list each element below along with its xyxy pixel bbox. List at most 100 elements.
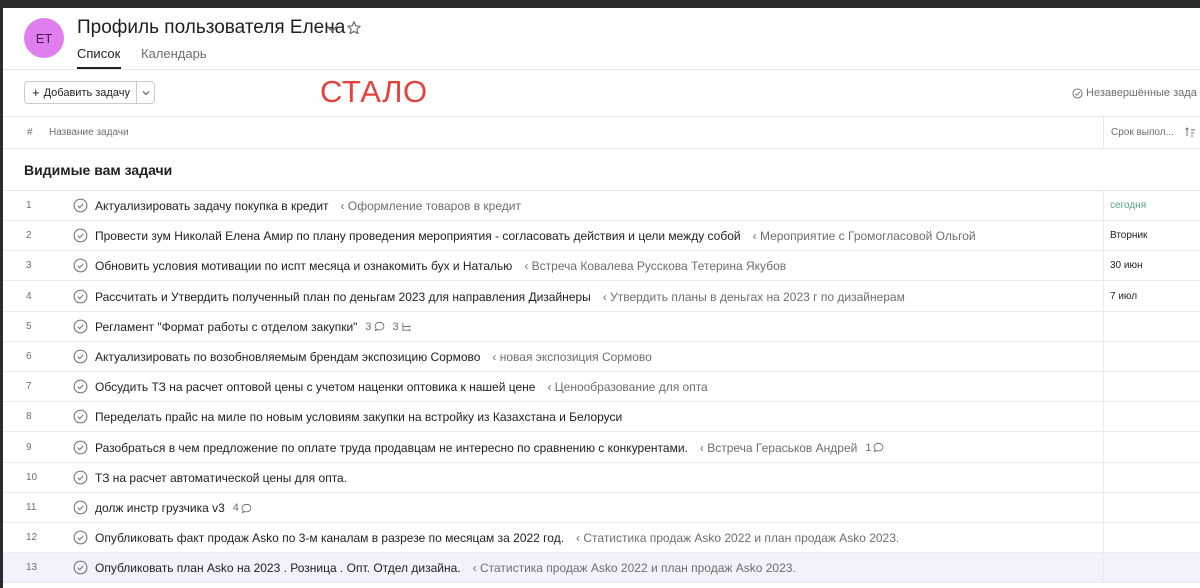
task-name-cell[interactable]: Обсудить ТЗ на расчет оптовой цены с уче… — [95, 380, 708, 394]
due-date[interactable]: сегодня — [1110, 200, 1146, 211]
task-name[interactable]: Провести зум Николай Елена Амир по плану… — [95, 229, 741, 243]
parent-task-link[interactable]: ‹ Встреча Гераськов Андрей — [700, 441, 857, 455]
task-name-cell[interactable]: Опубликовать факт продаж Asko по 3-м кан… — [95, 531, 899, 545]
check-circle-icon — [1072, 87, 1083, 99]
task-name[interactable]: Актуализировать задачу покупка в кредит — [95, 199, 329, 213]
section-title: Видимые вам задачи — [24, 162, 173, 178]
incomplete-tasks-filter[interactable]: Незавершённые зада — [1072, 87, 1197, 99]
task-name[interactable]: Актуализировать по возобновляемым бренда… — [95, 350, 480, 364]
task-name-cell[interactable]: Регламент "Формат работы с отделом закуп… — [95, 320, 412, 334]
window-top-bar — [0, 0, 1200, 8]
task-name-cell[interactable]: Опубликовать план Asko на 2023 . Розница… — [95, 561, 796, 575]
task-row[interactable]: 10 ТЗ на расчет автоматической цены для о… — [3, 462, 1200, 493]
complete-task-checkbox[interactable] — [73, 198, 88, 213]
task-name-cell[interactable]: Разобраться в чем предложение по оплате … — [95, 441, 884, 455]
task-name[interactable]: Рассчитать и Утвердить полученный план п… — [95, 290, 591, 304]
due-date[interactable]: 30 июн — [1110, 260, 1143, 271]
task-name-cell[interactable]: Переделать прайс на миле по новым услови… — [95, 410, 622, 424]
complete-task-checkbox[interactable] — [73, 228, 88, 243]
task-name-cell[interactable]: Актуализировать по возобновляемым бренда… — [95, 350, 652, 364]
due-date[interactable]: 7 июл — [1110, 291, 1137, 302]
chevron-down-icon — [142, 90, 149, 95]
complete-task-checkbox[interactable] — [73, 319, 88, 334]
task-name[interactable]: Переделать прайс на миле по новым услови… — [95, 410, 622, 424]
header-divider — [3, 69, 1200, 70]
task-row[interactable]: 5 Регламент "Формат работы с отделом заку… — [3, 311, 1200, 342]
task-name-cell[interactable]: Обновить условия мотивации по испт месяц… — [95, 259, 786, 273]
task-row[interactable]: 8 Переделать прайс на миле по новым услов… — [3, 402, 1200, 433]
row-number: 11 — [26, 502, 37, 513]
column-header-task-name[interactable]: Название задачи — [49, 127, 129, 138]
task-name[interactable]: Разобраться в чем предложение по оплате … — [95, 441, 688, 455]
task-row[interactable]: 3 Обновить условия мотивации по испт меся… — [3, 251, 1200, 282]
complete-task-checkbox[interactable] — [73, 560, 88, 575]
column-divider — [1103, 523, 1104, 553]
column-divider — [1103, 402, 1104, 432]
parent-task-link[interactable]: ‹ Ценообразование для опта — [547, 380, 707, 394]
complete-task-checkbox[interactable] — [73, 258, 88, 273]
column-divider — [1103, 191, 1104, 220]
comment-count[interactable]: 3 — [365, 321, 384, 333]
due-date[interactable]: Вторник — [1110, 230, 1147, 241]
tab-calendar[interactable]: Календарь — [141, 46, 207, 61]
complete-task-checkbox[interactable] — [73, 349, 88, 364]
row-number: 3 — [26, 260, 32, 272]
add-task-button-group[interactable]: + Добавить задачу — [24, 81, 155, 104]
parent-task-link[interactable]: ‹ Статистика продаж Asko 2022 и план про… — [576, 531, 899, 545]
task-row[interactable]: 11 долж инстр грузчика v3 4 — [3, 493, 1200, 523]
task-row[interactable]: 6 Актуализировать по возобновляемым бренд… — [3, 342, 1200, 372]
row-number: 13 — [26, 562, 38, 574]
comment-icon — [241, 503, 252, 514]
task-name-cell[interactable]: долж инстр грузчика v3 4 — [95, 501, 252, 515]
task-row[interactable]: 1 Актуализировать задачу покупка в кредит… — [3, 191, 1200, 221]
row-number: 4 — [26, 290, 32, 302]
task-row[interactable]: 2 Провести зум Николай Елена Амир по план… — [3, 221, 1200, 252]
complete-task-checkbox[interactable] — [73, 530, 88, 545]
parent-task-link[interactable]: ‹ Утвердить планы в деньгах на 2023 г по… — [603, 290, 905, 304]
complete-task-checkbox[interactable] — [73, 289, 88, 304]
subtask-count[interactable]: 3 — [393, 321, 412, 333]
parent-task-link[interactable]: ‹ новая экспозиция Сормово — [492, 350, 651, 364]
task-name[interactable]: Опубликовать план Asko на 2023 . Розница… — [95, 561, 461, 575]
comment-count[interactable]: 1 — [865, 442, 884, 454]
parent-task-link[interactable]: ‹ Встреча Ковалева Русскова Тетерина Яку… — [524, 259, 786, 273]
task-name[interactable]: Опубликовать факт продаж Asko по 3-м кан… — [95, 531, 564, 545]
task-name[interactable]: долж инстр грузчика v3 — [95, 501, 225, 515]
annotation-label: СТАЛО — [320, 74, 428, 109]
comment-count[interactable]: 4 — [233, 502, 252, 514]
task-name-cell[interactable]: Актуализировать задачу покупка в кредит ‹… — [95, 199, 521, 213]
chevron-down-icon[interactable] — [324, 20, 340, 36]
task-name-cell[interactable]: Рассчитать и Утвердить полученный план п… — [95, 290, 905, 304]
complete-task-checkbox[interactable] — [73, 440, 88, 455]
row-number: 8 — [26, 411, 32, 423]
sort-icon[interactable] — [1184, 126, 1196, 138]
complete-task-checkbox[interactable] — [73, 500, 88, 515]
task-row[interactable]: 13 Опубликовать план Asko на 2023 . Розни… — [3, 553, 1200, 584]
parent-task-link[interactable]: ‹ Мероприятие с Громогласовой Ольгой — [753, 229, 976, 243]
column-divider[interactable] — [1103, 116, 1104, 148]
task-name[interactable]: ТЗ на расчет автоматической цены для опт… — [95, 471, 347, 485]
parent-task-link[interactable]: ‹ Оформление товаров в кредит — [341, 199, 521, 213]
task-row[interactable]: 9 Разобраться в чем предложение по оплате… — [3, 432, 1200, 463]
avatar[interactable]: ET — [24, 18, 64, 58]
task-name[interactable]: Обновить условия мотивации по испт месяц… — [95, 259, 512, 273]
complete-task-checkbox[interactable] — [73, 379, 88, 394]
task-row[interactable]: 12 Опубликовать факт продаж Asko по 3-м к… — [3, 523, 1200, 554]
complete-task-checkbox[interactable] — [73, 409, 88, 424]
task-name-cell[interactable]: Провести зум Николай Елена Амир по плану… — [95, 229, 976, 243]
add-task-dropdown-button[interactable] — [137, 88, 154, 98]
tab-list[interactable]: Список — [77, 46, 120, 61]
parent-task-link[interactable]: ‹ Статистика продаж Asko 2022 и план про… — [473, 561, 796, 575]
task-row[interactable]: 4 Рассчитать и Утвердить полученный план … — [3, 281, 1200, 312]
table-header-divider — [3, 148, 1200, 149]
column-header-due[interactable]: Срок выпол... — [1111, 127, 1174, 138]
task-row[interactable]: 7 Обсудить ТЗ на расчет оптовой цены с уч… — [3, 372, 1200, 403]
add-task-button[interactable]: + Добавить задачу — [25, 82, 137, 103]
column-divider — [1103, 311, 1104, 341]
star-icon[interactable] — [346, 20, 362, 36]
complete-task-checkbox[interactable] — [73, 470, 88, 485]
comment-icon — [374, 321, 385, 332]
task-name[interactable]: Регламент "Формат работы с отделом закуп… — [95, 320, 357, 334]
task-name[interactable]: Обсудить ТЗ на расчет оптовой цены с уче… — [95, 380, 535, 394]
task-name-cell[interactable]: ТЗ на расчет автоматической цены для опт… — [95, 471, 347, 485]
